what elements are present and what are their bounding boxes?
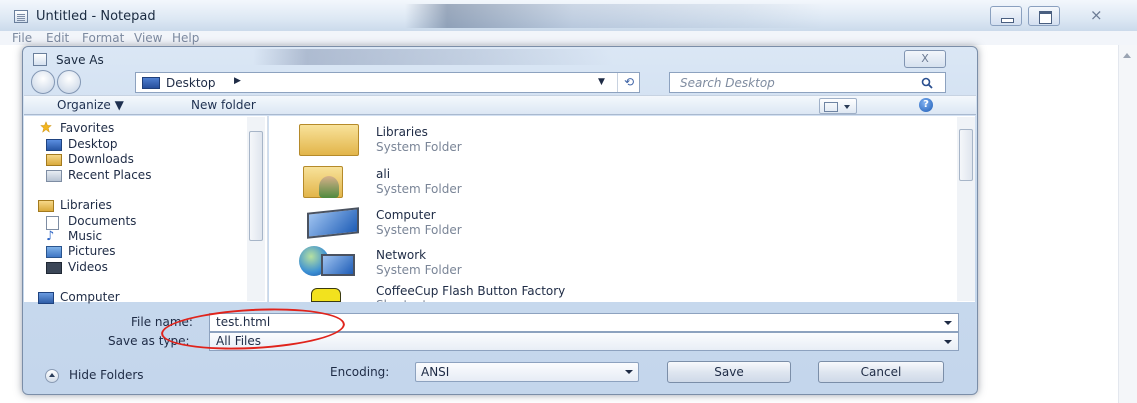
menu-file[interactable]: File: [12, 31, 32, 45]
navigation-pane: Favorites Desktop Downloads Recent Place…: [24, 116, 268, 305]
encoding-dropdown-icon[interactable]: [625, 370, 633, 374]
hide-folders-icon[interactable]: [45, 369, 59, 383]
nav-libraries[interactable]: Libraries: [60, 198, 112, 213]
libraries-folder-icon: [299, 124, 359, 156]
pictures-icon: [46, 246, 62, 258]
minimize-button[interactable]: [990, 6, 1022, 26]
nav-desktop[interactable]: Desktop: [68, 137, 118, 152]
menu-bar: File Edit Format View Help: [0, 31, 1137, 45]
help-icon[interactable]: ?: [919, 98, 933, 112]
address-bar[interactable]: Desktop ▶ ▼ ⟲: [135, 72, 640, 93]
file-item-type: System Folder: [376, 263, 462, 277]
videos-icon: [46, 262, 62, 274]
nav-computer[interactable]: Computer: [60, 290, 120, 305]
close-button[interactable]: [1070, 6, 1122, 26]
organize-menu[interactable]: Organize ▼: [57, 98, 124, 112]
forward-button[interactable]: [57, 70, 81, 94]
encoding-value: ANSI: [421, 365, 450, 379]
search-placeholder: Search Desktop: [680, 76, 775, 90]
desktop-folder-icon: [142, 77, 160, 89]
scroll-thumb[interactable]: [249, 131, 263, 241]
dialog-close-button[interactable]: X: [904, 50, 946, 68]
notepad-scrollbar[interactable]: [1118, 45, 1137, 403]
search-input[interactable]: Search Desktop: [669, 72, 946, 93]
nav-documents[interactable]: Documents: [68, 214, 136, 229]
menu-help[interactable]: Help: [172, 31, 199, 45]
star-icon: [40, 121, 52, 133]
nav-downloads[interactable]: Downloads: [68, 152, 134, 167]
view-options-button[interactable]: [819, 98, 857, 114]
address-dropdown-icon[interactable]: ▼: [598, 77, 605, 87]
save-button[interactable]: Save: [667, 361, 791, 383]
cancel-button[interactable]: Cancel: [818, 361, 944, 383]
nav-pictures[interactable]: Pictures: [68, 244, 116, 259]
search-icon[interactable]: [921, 77, 933, 89]
save-as-type-dropdown-icon[interactable]: [944, 340, 952, 344]
user-avatar-icon: [319, 176, 339, 198]
menu-format[interactable]: Format: [82, 31, 124, 45]
coffeecup-shortcut-icon: [311, 288, 341, 302]
file-item-type: System Folder: [376, 223, 462, 237]
back-button[interactable]: [31, 70, 55, 94]
menu-edit[interactable]: Edit: [46, 31, 69, 45]
encoding-select[interactable]: ANSI: [415, 362, 639, 382]
title-bar-blur: [253, 49, 613, 65]
documents-icon: [46, 216, 59, 230]
file-item-name[interactable]: Libraries: [376, 125, 428, 139]
music-icon: ♪: [46, 229, 55, 244]
scroll-up-icon[interactable]: [1123, 53, 1131, 58]
nav-music[interactable]: Music: [68, 229, 102, 244]
window-title: Untitled - Notepad: [36, 9, 156, 24]
libraries-icon: [38, 200, 54, 212]
navigation-scrollbar[interactable]: [247, 117, 265, 301]
desktop-icon: [46, 139, 62, 151]
computer-icon: [307, 207, 359, 239]
breadcrumb-chevron-icon[interactable]: ▶: [234, 76, 241, 86]
save-as-dialog: Save As X Desktop ▶ ▼ ⟲ Search Desktop O…: [22, 46, 978, 395]
file-item-name[interactable]: CoffeeCup Flash Button Factory: [376, 284, 565, 298]
notepad-icon: [14, 10, 28, 23]
address-location[interactable]: Desktop: [166, 76, 216, 90]
nav-favorites[interactable]: Favorites: [60, 121, 114, 136]
hide-folders-button[interactable]: Hide Folders: [69, 368, 144, 382]
file-item-type: System Folder: [376, 182, 462, 196]
encoding-label: Encoding:: [330, 365, 390, 379]
maximize-button[interactable]: [1028, 6, 1060, 26]
new-folder-button[interactable]: New folder: [191, 98, 256, 112]
menu-view[interactable]: View: [134, 31, 162, 45]
toolbar: Organize ▼ New folder ?: [24, 95, 976, 115]
file-list: Libraries System Folder ali System Folde…: [269, 116, 975, 302]
recent-places-icon: [46, 170, 62, 182]
title-bar-blur: [405, 4, 825, 28]
nav-recent-places[interactable]: Recent Places: [68, 168, 151, 183]
file-item-name[interactable]: Computer: [376, 208, 436, 222]
file-item-type: System Folder: [376, 140, 462, 154]
dialog-title: Save As: [56, 53, 104, 67]
downloads-icon: [46, 154, 62, 166]
file-name-dropdown-icon[interactable]: [944, 321, 952, 325]
computer-icon: [38, 292, 54, 304]
dialog-icon: [33, 53, 47, 66]
file-list-scrollbar[interactable]: [957, 117, 975, 301]
file-item-name[interactable]: Network: [376, 248, 426, 262]
scroll-thumb[interactable]: [959, 129, 973, 181]
file-item-type: Shortcut: [376, 298, 427, 302]
notepad-title-bar: Untitled - Notepad: [0, 0, 1137, 31]
network-monitor-icon: [321, 254, 355, 276]
nav-videos[interactable]: Videos: [68, 260, 108, 275]
refresh-icon[interactable]: ⟲: [617, 73, 640, 92]
file-item-name[interactable]: ali: [376, 167, 390, 181]
